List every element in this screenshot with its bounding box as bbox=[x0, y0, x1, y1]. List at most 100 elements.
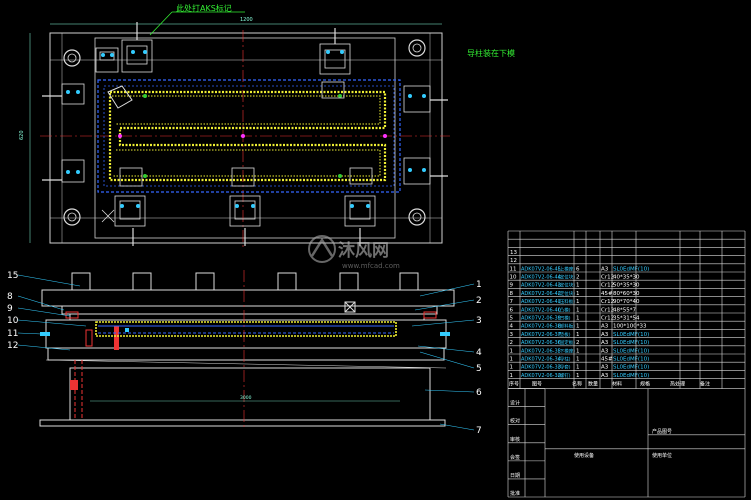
bom-item-material: 45# bbox=[601, 291, 613, 297]
bom-item-no: 1 bbox=[510, 357, 514, 363]
bom-item-no: 6 bbox=[510, 307, 514, 313]
watermark-brand: 沐风网 bbox=[338, 241, 389, 261]
bom-item-name: (定位块) bbox=[558, 274, 575, 281]
bom-item-name: (定位块) bbox=[558, 282, 575, 289]
bom-item-material: A3 bbox=[601, 348, 609, 354]
bom-item-qty: 1 bbox=[576, 316, 580, 322]
sign-label: 审核 bbox=[510, 436, 520, 443]
bom-item-name: (凸模) bbox=[558, 306, 571, 313]
balloon-5: 5 bbox=[476, 364, 482, 374]
bom-item-no: 1 bbox=[510, 365, 514, 371]
bom-item-qty: 1 bbox=[576, 307, 580, 313]
bom-item-material: A3 bbox=[601, 324, 609, 330]
bom-item-no: 2 bbox=[510, 340, 514, 346]
bom-item-material: A3 bbox=[601, 332, 609, 338]
bom-item-material: A3 bbox=[601, 340, 609, 346]
sign-label: 日期 bbox=[510, 473, 520, 479]
watermark: 沐风网 www.mfcad.com bbox=[308, 235, 400, 270]
bom-item-qty: 1 bbox=[576, 324, 580, 330]
balloon-9: 9 bbox=[7, 304, 13, 314]
bom-item-qty: 2 bbox=[576, 340, 580, 346]
bom-item-name: (卸料板) bbox=[558, 323, 575, 330]
bom-item-no: 4 bbox=[510, 324, 514, 330]
bom-item-material: 45# bbox=[601, 357, 613, 363]
equipment-label: 使用设备 bbox=[574, 452, 594, 459]
bom-item-qty: 1 bbox=[576, 373, 580, 379]
bom-item-name: (固定板) bbox=[558, 339, 575, 346]
bom-item-material: A3 bbox=[601, 373, 609, 379]
bom-header-cell: 序号 bbox=[509, 381, 519, 388]
balloon-3: 3 bbox=[476, 316, 482, 326]
bom-top-row-number: 13 bbox=[510, 250, 517, 256]
bom-item-spec: 100*100*33 bbox=[613, 324, 647, 330]
bom-item-qty: 2 bbox=[576, 275, 580, 281]
bom-item-name: (下模座) bbox=[558, 347, 575, 354]
bottom-width-dim: 3000 bbox=[240, 395, 252, 401]
bom-item-no: 7 bbox=[510, 299, 514, 305]
bom-item-code: ADK07V2-06-32 bbox=[521, 373, 561, 379]
bom-item-qty: 1 bbox=[576, 291, 580, 297]
bom-item-name: (导柱) bbox=[558, 356, 571, 363]
bom-item-qty: 1 bbox=[576, 332, 580, 338]
bom-header-cell: 名称 bbox=[572, 381, 582, 388]
bom-item-spec: SL0EdMF(10) bbox=[613, 365, 649, 371]
balloon-1: 1 bbox=[476, 280, 482, 290]
bom-item-qty: 1 bbox=[576, 348, 580, 354]
bom-item-no: 1 bbox=[510, 373, 514, 379]
bom-header-cell: 热处理 bbox=[670, 381, 685, 388]
bom-item-no: 8 bbox=[510, 291, 514, 297]
balloon-12: 12 bbox=[7, 341, 18, 351]
bom-item-qty: 1 bbox=[576, 283, 580, 289]
watermark-url: www.mfcad.com bbox=[342, 262, 400, 270]
bom-item-qty: 6 bbox=[576, 266, 580, 272]
bom-item-no: 9 bbox=[510, 283, 514, 289]
balloon-8: 8 bbox=[7, 292, 13, 302]
bom-item-no: 5 bbox=[510, 316, 514, 322]
balloon-10: 10 bbox=[7, 316, 19, 326]
bom-item-name: (垫板) bbox=[558, 331, 571, 338]
bom-item-no: 11 bbox=[510, 266, 517, 272]
bom-item-qty: 1 bbox=[576, 365, 580, 371]
bom-item-code: ADK07V2-06-33 bbox=[521, 365, 561, 371]
bom-item-spec: SL0EdMF(10) bbox=[613, 332, 649, 338]
balloon-4: 4 bbox=[476, 348, 482, 358]
bom-item-material: A3 bbox=[601, 266, 609, 272]
cad-drawing: 1200 620 此处打AKS标记 导柱装在下模 沐风网 www.mfcad.c… bbox=[7, 3, 746, 498]
bom-item-no: 1 bbox=[510, 348, 514, 354]
balloon-leaders bbox=[17, 274, 475, 431]
bom-item-no: 10 bbox=[510, 275, 517, 281]
bom-item-no: 3 bbox=[510, 332, 514, 338]
bom-item-code: ADK07V2-06-41 bbox=[521, 299, 561, 305]
bom-item-spec: SL0EdMF(10) bbox=[613, 348, 649, 354]
bom-item-name: (上模座) bbox=[558, 265, 575, 272]
bom-item-code: ADK07V2-06-38 bbox=[521, 324, 561, 330]
sign-label: 批准 bbox=[510, 490, 520, 497]
unit-label: 使用单位 bbox=[652, 452, 672, 459]
bom-table: 131211 ADK07V2-06-45(上模座) 6 A3 SL0EdMF(10)10… bbox=[507, 230, 746, 498]
bom-item-spec: SL0EdMF(10) bbox=[613, 357, 649, 363]
bom-item-code: ADK07V2-06-35 bbox=[521, 348, 561, 354]
bom-item-code: ADK07V2-06-45 bbox=[521, 266, 561, 272]
sign-label: 会签 bbox=[510, 454, 520, 461]
top-width-dim: 1200 bbox=[240, 17, 253, 23]
bom-item-spec: SL0EdMF(10) bbox=[613, 266, 649, 272]
bom-item-code: ADK07V2-06-42 bbox=[521, 291, 561, 297]
aks-note: 此处打AKS标记 bbox=[176, 3, 232, 13]
guide-note: 导柱装在下模 bbox=[467, 48, 515, 58]
bom-header-cell: 图号 bbox=[532, 382, 542, 388]
bom-top-row-number: 12 bbox=[510, 258, 517, 264]
front-view: 3000 bbox=[39, 270, 455, 428]
bom-item-spec: SL0EdMF(10) bbox=[613, 373, 649, 379]
top-height-dim: 620 bbox=[19, 130, 25, 140]
bom-item-spec: 48*55*7 bbox=[613, 307, 636, 313]
bom-item-code: ADK07V2-06-34 bbox=[521, 357, 561, 363]
product-name-label: 产品图号 bbox=[652, 428, 672, 435]
top-view: 1200 620 此处打AKS标记 导柱装在下模 bbox=[19, 3, 515, 250]
bom-item-material: A3 bbox=[601, 365, 609, 371]
bom-item-name: (螺钉) bbox=[558, 372, 571, 379]
balloon-numbers: 15 8 9 10 11 12 1 2 3 4 5 6 7 bbox=[7, 271, 482, 436]
bom-item-code: ADK07V2-06-36 bbox=[521, 340, 561, 346]
bom-item-code: ADK07V2-06-44 bbox=[521, 275, 561, 281]
bom-item-qty: 1 bbox=[576, 357, 580, 363]
bom-item-name: (导套) bbox=[558, 364, 571, 371]
